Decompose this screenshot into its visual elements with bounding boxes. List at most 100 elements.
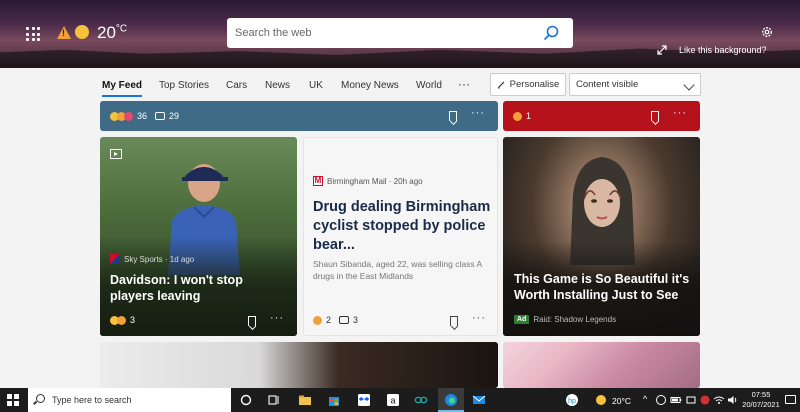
cortana-icon[interactable] (239, 393, 253, 407)
more-options-button[interactable]: ··· (270, 312, 284, 324)
expand-icon[interactable] (656, 44, 668, 56)
more-options-button[interactable]: ··· (673, 107, 687, 119)
tab-money-news[interactable]: Money News (341, 80, 399, 91)
temperature-unit: °C (115, 23, 128, 35)
apps-grid-icon[interactable] (26, 27, 40, 41)
reaction-summary[interactable]: 1 (513, 111, 531, 121)
taskbar-clock[interactable]: 07:55 20/07/2021 (742, 390, 780, 410)
sun-icon[interactable] (75, 25, 89, 39)
ad-badge: Ad (514, 315, 530, 324)
wifi-icon[interactable] (713, 394, 725, 406)
ad-title[interactable]: This Game is So Beautiful it's Worth Ins… (514, 271, 694, 304)
personalise-label: Personalise (509, 79, 560, 90)
reaction-summary[interactable]: 3 (110, 315, 135, 325)
personalise-button[interactable]: Personalise (490, 73, 566, 96)
bookmark-icon[interactable] (651, 111, 659, 121)
bookmark-icon[interactable] (449, 111, 457, 121)
more-options-button[interactable]: ··· (472, 312, 486, 324)
taskbar-search[interactable] (28, 388, 231, 412)
comment-icon[interactable] (155, 112, 166, 120)
advertiser-label: Raid: Shadow Legends (533, 315, 617, 324)
content-visibility-value: Content visible (576, 79, 639, 90)
web-search-input[interactable] (235, 24, 535, 42)
comment-count: 29 (169, 111, 180, 121)
reaction-count: 2 (326, 315, 332, 325)
tray-weather-icon[interactable] (596, 395, 606, 405)
news-card-partial-bottom-right[interactable] (503, 342, 700, 388)
battery-icon[interactable] (670, 394, 682, 406)
search-icon[interactable] (543, 25, 559, 41)
antivirus-icon[interactable] (699, 394, 711, 406)
source-label: Sky Sports · 1d ago (124, 254, 195, 264)
birmingham-mail-logo-icon: M (313, 176, 323, 186)
mail-icon[interactable] (472, 393, 486, 407)
comment-count: 3 (353, 315, 359, 325)
svg-text:a: a (390, 396, 395, 406)
header-background: 20°C Like this background? (0, 0, 800, 68)
notification-center-icon[interactable] (785, 395, 796, 404)
news-card-partial-bottom-left[interactable] (100, 342, 498, 388)
article-title[interactable]: Drug dealing Birmingham cyclist stopped … (313, 198, 493, 255)
more-options-button[interactable]: ··· (471, 107, 485, 119)
ad-card-raid[interactable]: This Game is So Beautiful it's Worth Ins… (503, 137, 700, 336)
reaction-count: 36 (137, 111, 148, 121)
article-source[interactable]: M Birmingham Mail · 20h ago (313, 176, 423, 186)
article-source[interactable]: Sky Sports · 1d ago (110, 254, 194, 264)
article-title[interactable]: Davidson: I won't stop players leaving (110, 272, 290, 305)
arduino-icon[interactable] (414, 393, 428, 407)
clock-date: 20/07/2021 (742, 400, 780, 410)
taskbar-search-input[interactable] (52, 393, 222, 407)
tab-cars[interactable]: Cars (226, 80, 247, 91)
bookmark-icon[interactable] (248, 316, 256, 326)
sky-sports-logo-icon (110, 254, 120, 264)
chevron-down-icon (683, 79, 695, 91)
edge-browser-icon (445, 394, 457, 406)
file-explorer-icon[interactable] (298, 393, 312, 407)
reaction-count: 3 (130, 315, 136, 325)
tray-chevron-up-icon[interactable]: ^ (643, 394, 647, 404)
tab-top-stories[interactable]: Top Stories (159, 80, 209, 91)
tray-temperature[interactable]: 20°C (612, 396, 631, 406)
gear-icon[interactable] (760, 25, 774, 39)
news-card-partial-right[interactable]: 1 ··· (503, 101, 700, 131)
heart-icon (124, 111, 133, 121)
edge-taskbar-button-active[interactable] (438, 388, 464, 412)
thumbs-up-icon (117, 315, 126, 325)
microsoft-store-icon[interactable] (327, 393, 341, 407)
reaction-summary[interactable]: 2 3 (313, 315, 358, 325)
pencil-icon (497, 81, 505, 89)
temperature-value: 20 (97, 23, 116, 42)
content-visibility-select[interactable]: Content visible (569, 73, 701, 96)
dropbox-icon[interactable] (357, 393, 371, 407)
amazon-icon[interactable]: a (386, 393, 400, 407)
web-search-box[interactable] (227, 18, 573, 48)
news-card-davidson[interactable]: Sky Sports · 1d ago Davidson: I won't st… (100, 137, 297, 336)
tray-app-icon[interactable] (655, 394, 667, 406)
tab-my-feed[interactable]: My Feed (102, 80, 143, 97)
article-summary: Shaun Sibanda, aged 22, was selling clas… (313, 259, 482, 282)
bookmark-icon[interactable] (450, 316, 458, 326)
ad-source[interactable]: Ad Raid: Shadow Legends (514, 315, 616, 324)
reaction-summary[interactable]: 36 29 (110, 111, 179, 121)
tab-uk[interactable]: UK (309, 80, 323, 91)
weather-alert-icon[interactable] (57, 26, 71, 39)
news-card-drug-dealing[interactable]: M Birmingham Mail · 20h ago Drug dealing… (303, 137, 498, 336)
tab-world[interactable]: World (416, 80, 442, 91)
more-tabs-button[interactable]: ··· (458, 77, 470, 91)
video-icon (110, 149, 122, 159)
like-background-link[interactable]: Like this background? (679, 45, 767, 55)
source-label: Birmingham Mail · 20h ago (327, 176, 423, 186)
volume-icon[interactable] (727, 394, 739, 406)
news-card-partial-left[interactable]: 36 29 ··· (100, 101, 498, 131)
task-view-icon[interactable] (267, 393, 281, 407)
tab-news[interactable]: News (265, 80, 290, 91)
search-icon (36, 394, 45, 403)
windows-start-icon[interactable] (7, 394, 19, 406)
weather-temperature[interactable]: 20°C (97, 23, 127, 43)
svg-text:hp: hp (568, 398, 576, 405)
hp-support-icon[interactable]: hp (565, 393, 579, 407)
comment-icon[interactable] (339, 316, 350, 324)
windows-taskbar: a hp 20°C ^ 07:55 20/07/2021 (0, 388, 800, 412)
usb-device-icon[interactable] (685, 394, 697, 406)
thumbs-up-icon (313, 315, 322, 325)
